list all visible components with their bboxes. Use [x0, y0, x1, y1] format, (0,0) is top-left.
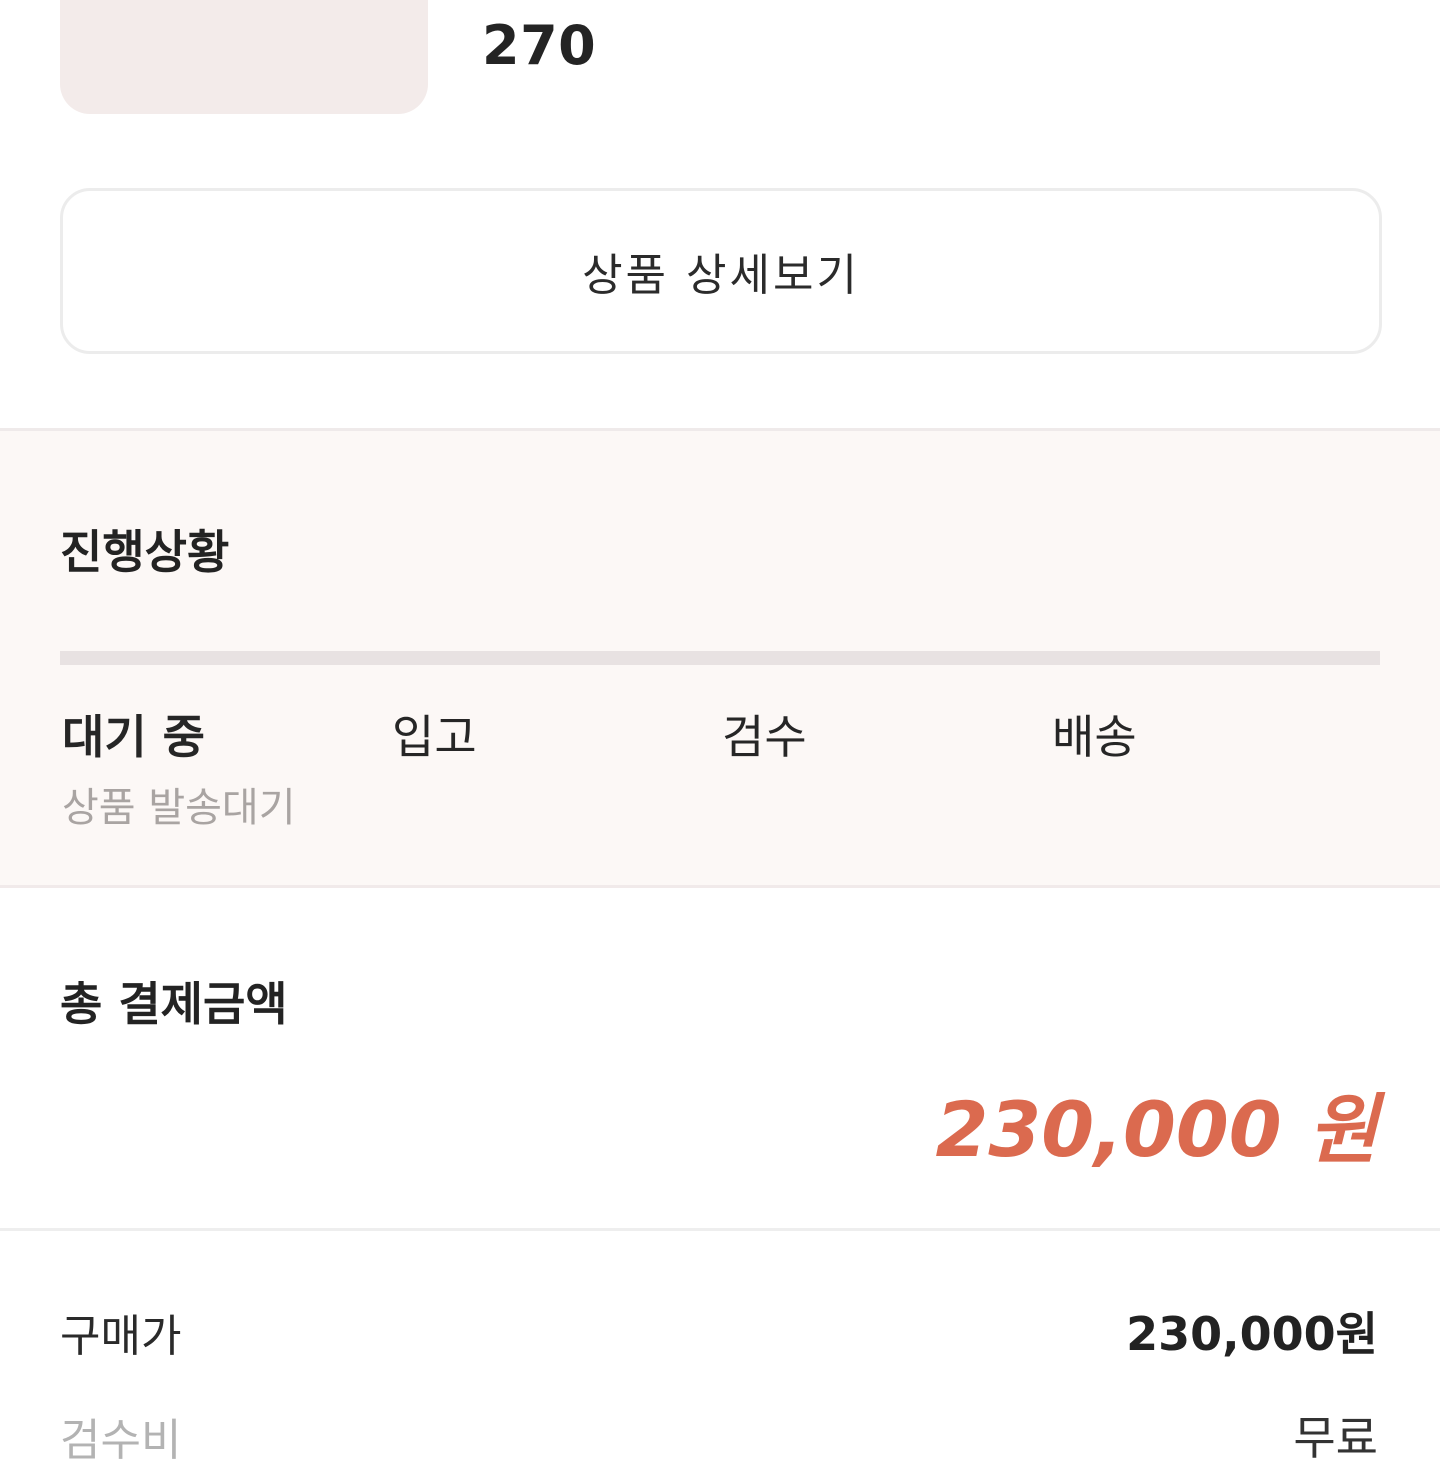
total-payment-amount: 230,000 원 [935, 1085, 1378, 1174]
progress-track [60, 651, 1380, 665]
inspection-fee-value: 무료 [1293, 1411, 1378, 1465]
product-size: 270 [482, 14, 597, 77]
purchase-price-label: 구매가 [60, 1311, 182, 1362]
step-label: 배송 [1052, 710, 1137, 764]
step-received: 입고 [392, 701, 477, 767]
step-label: 검수 [722, 710, 807, 764]
progress-section: 진행상황 대기 중 상품 발송대기 입고 검수 배송 [0, 428, 1440, 888]
progress-title: 진행상황 [60, 525, 230, 579]
step-label: 입고 [392, 710, 477, 764]
inspection-fee-label: 검수비 [60, 1415, 182, 1466]
purchase-price-value: 230,000원 [1126, 1307, 1378, 1361]
step-inspection: 검수 [722, 701, 807, 767]
product-thumbnail[interactable] [60, 0, 428, 114]
step-shipping: 배송 [1052, 701, 1137, 767]
step-waiting: 대기 중 상품 발송대기 [62, 701, 296, 833]
step-label: 대기 중 [62, 710, 205, 764]
step-sublabel: 상품 발송대기 [62, 785, 296, 831]
total-payment-title: 총 결제금액 [60, 977, 288, 1031]
section-divider [0, 1228, 1440, 1231]
sneaker-image [60, 0, 428, 20]
product-detail-button[interactable]: 상품 상세보기 [60, 188, 1382, 354]
